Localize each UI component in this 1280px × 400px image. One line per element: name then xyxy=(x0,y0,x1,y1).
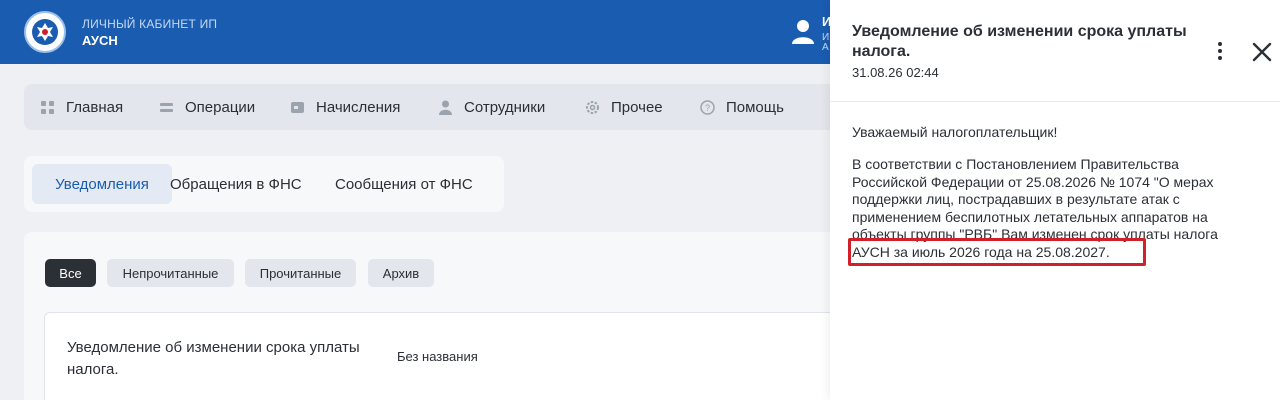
list-item-title: Уведомление об изменении срока уплаты на… xyxy=(67,339,360,378)
notification-detail-panel: Уведомление об изменении срока уплаты на… xyxy=(830,0,1280,400)
eagle-emblem-icon xyxy=(32,19,58,45)
brand-title: АУСН xyxy=(82,33,118,48)
filter-read[interactable]: Прочитанные xyxy=(245,259,356,287)
brand-subtitle: ЛИЧНЫЙ КАБИНЕТ ИП xyxy=(82,17,218,31)
wallet-icon xyxy=(291,101,304,113)
svg-text:?: ? xyxy=(705,103,710,113)
nav-item-label: Прочее xyxy=(611,98,663,116)
help-icon: ? xyxy=(700,99,715,115)
brand: ЛИЧНЫЙ КАБИНЕТ ИП АУСН xyxy=(82,17,217,48)
panel-header: Уведомление об изменении срока уплаты на… xyxy=(830,0,1280,102)
panel-date: 31.08.26 02:44 xyxy=(852,65,939,80)
nav-item-other[interactable]: Прочее xyxy=(585,84,663,130)
nav-item-label: Главная xyxy=(66,98,124,116)
list-item-meta: Без названия xyxy=(397,349,478,364)
nav-item-operations[interactable]: Операции xyxy=(159,84,255,130)
nav-item-charges[interactable]: Начисления xyxy=(290,84,400,130)
notifications-list-area: Все Непрочитанные Прочитанные Архив Увед… xyxy=(24,232,844,400)
list-icon xyxy=(160,102,173,112)
nav-item-label: Сотрудники xyxy=(464,98,546,116)
panel-greeting: Уважаемый налогоплательщик! xyxy=(852,124,1058,140)
filter-unread[interactable]: Непрочитанные xyxy=(107,259,234,287)
nav-item-label: Операции xyxy=(185,98,256,116)
more-vertical-icon[interactable] xyxy=(1212,40,1228,62)
filter-all[interactable]: Все xyxy=(45,259,96,287)
nav-item-label: Начисления xyxy=(316,98,401,116)
nav-item-label: Помощь xyxy=(726,98,784,116)
close-icon[interactable] xyxy=(1250,40,1274,64)
user-icon[interactable] xyxy=(790,18,816,44)
message-tabs: Уведомления Обращения в ФНС Сообщения от… xyxy=(24,156,504,212)
main-nav: Главная Операции Начисления Сотрудники П… xyxy=(24,84,844,130)
user-subtitle-2: А xyxy=(822,42,829,53)
filter-archive[interactable]: Архив xyxy=(368,259,434,287)
nav-item-help[interactable]: ? Помощь xyxy=(700,84,784,130)
highlight-annotation xyxy=(848,238,1146,266)
tab-notifications[interactable]: Уведомления xyxy=(32,164,172,204)
fns-emblem-logo[interactable] xyxy=(24,11,66,53)
nav-item-employees[interactable]: Сотрудники xyxy=(438,84,545,130)
grid-icon xyxy=(41,100,54,114)
person-icon xyxy=(439,100,452,115)
panel-title: Уведомление об изменении срока уплаты на… xyxy=(852,23,1187,60)
nav-item-home[interactable]: Главная xyxy=(40,84,123,130)
gear-icon xyxy=(586,100,599,114)
list-item[interactable]: Уведомление об изменении срока уплаты на… xyxy=(44,312,844,400)
tab-fns-messages[interactable]: Сообщения от ФНС xyxy=(335,164,473,204)
tab-fns-requests[interactable]: Обращения в ФНС xyxy=(170,164,302,204)
